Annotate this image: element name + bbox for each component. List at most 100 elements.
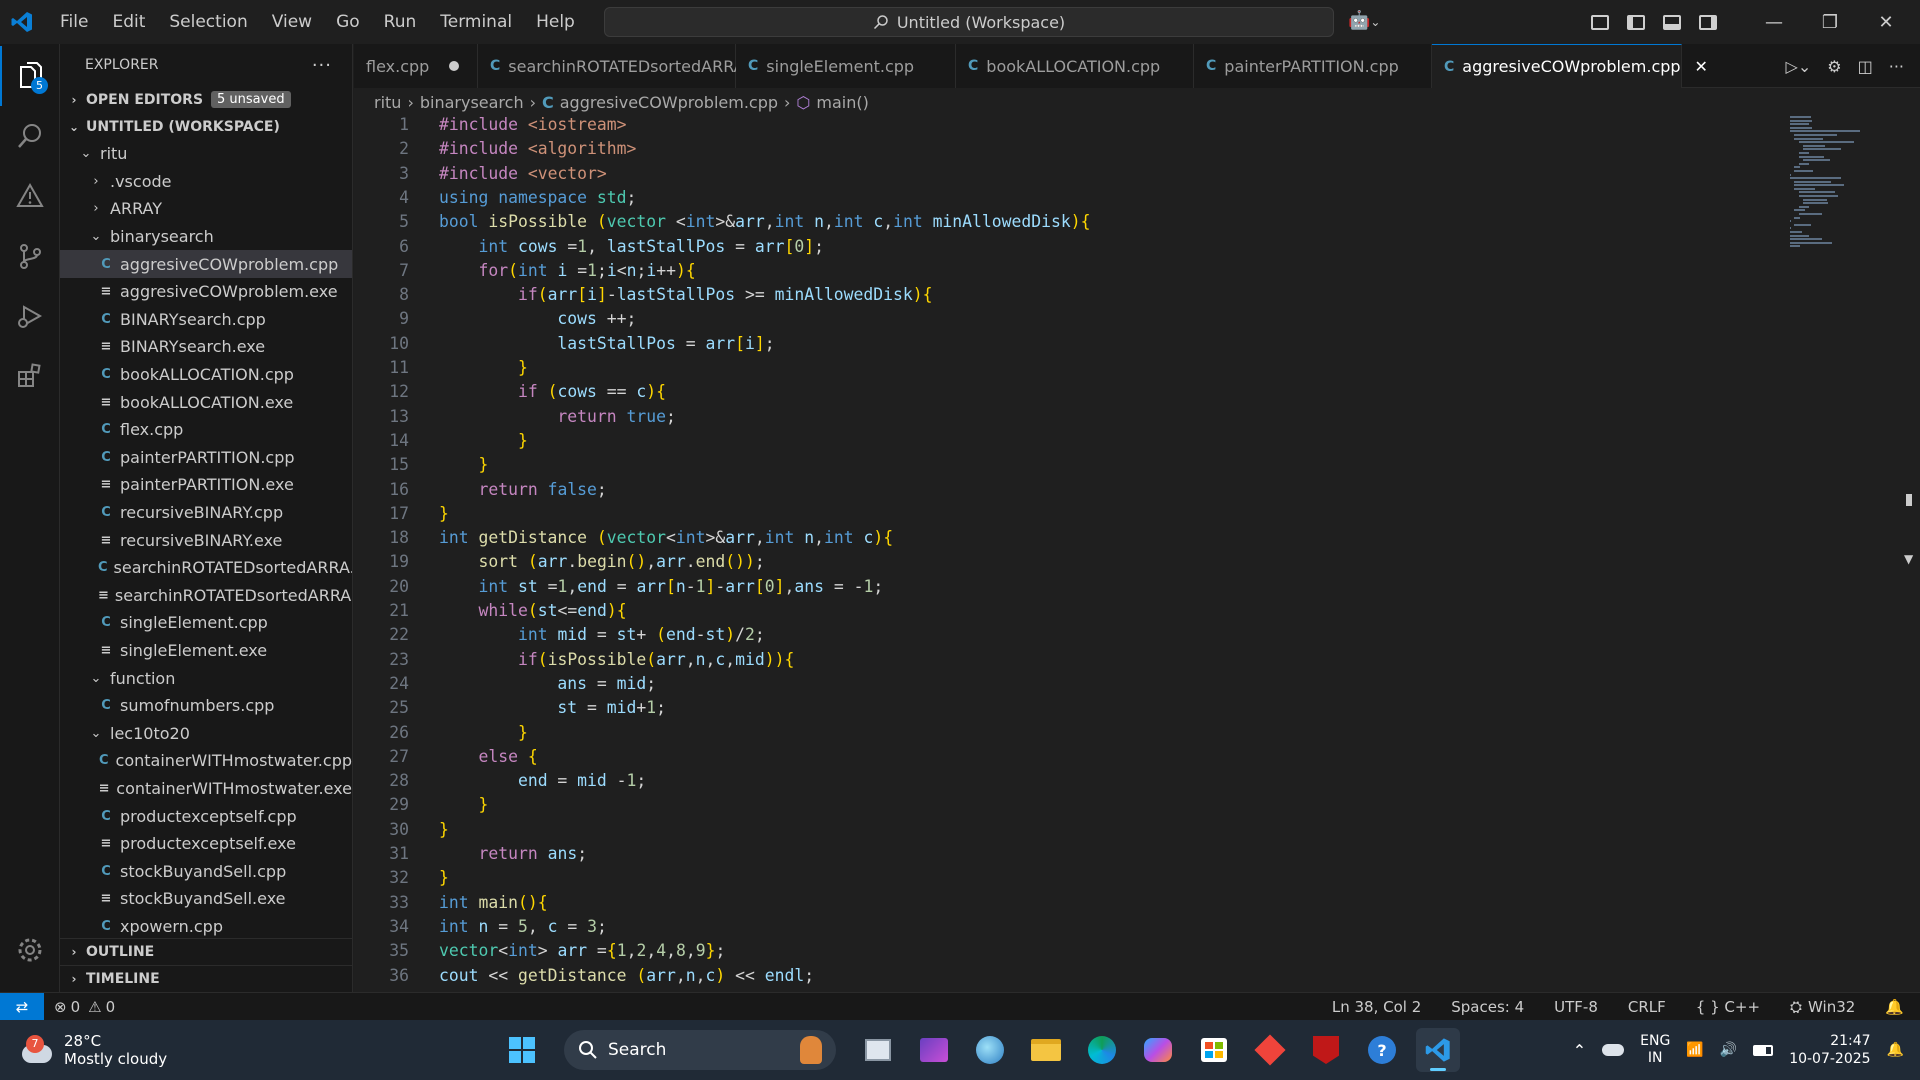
- code-line[interactable]: 3 #include <vector>: [354, 162, 1754, 186]
- code-line[interactable]: 30}: [354, 818, 1754, 842]
- run-debug-icon[interactable]: [0, 286, 60, 346]
- code-line[interactable]: 1 #include <iostream>: [354, 116, 1754, 137]
- help-app-icon[interactable]: ?: [1360, 1028, 1404, 1072]
- tree-file[interactable]: ≡ BINARYsearch.exe: [60, 333, 352, 361]
- indentation[interactable]: Spaces: 4: [1451, 998, 1524, 1016]
- tree-folder[interactable]: › ARRAY: [60, 195, 352, 223]
- editor-tab[interactable]: flex.cpp: [354, 44, 478, 88]
- breadcrumb-item[interactable]: main(): [816, 93, 868, 112]
- onedrive-cloud-icon[interactable]: [1602, 1044, 1625, 1056]
- code-line[interactable]: 34 int n = 5, c = 3;: [354, 915, 1754, 939]
- taskbar-search[interactable]: Search: [564, 1030, 836, 1070]
- toggle-primary-sidebar-icon[interactable]: [1618, 0, 1654, 44]
- store-app-icon[interactable]: [1192, 1028, 1236, 1072]
- code-line[interactable]: 9 cows ++;: [354, 307, 1754, 331]
- search-view-icon[interactable]: [0, 106, 60, 166]
- menu-item-help[interactable]: Help: [524, 0, 587, 44]
- editor-tab[interactable]: CsearchinROTATEDsortedARRAY.cpp: [478, 44, 784, 88]
- tree-file[interactable]: Cflex.cpp: [60, 416, 352, 444]
- notifications-bell-icon[interactable]: 🔔: [1885, 998, 1904, 1016]
- code-line[interactable]: 11 }: [354, 356, 1754, 380]
- code-line[interactable]: 17}: [354, 502, 1754, 526]
- wifi-icon[interactable]: 📶: [1686, 1042, 1703, 1058]
- code-line[interactable]: 18 int getDistance (vector<int>&arr,int n…: [354, 526, 1754, 550]
- menu-item-view[interactable]: View: [260, 0, 324, 44]
- minimize-icon[interactable]: —: [1746, 0, 1802, 44]
- tree-file[interactable]: ≡ painterPARTITION.exe: [60, 471, 352, 499]
- close-window-icon[interactable]: ✕: [1858, 0, 1914, 44]
- tree-file[interactable]: CaggresiveCOWproblem.cpp: [60, 250, 352, 278]
- code-line[interactable]: 33 int main(){: [354, 891, 1754, 915]
- problems-warning-icon[interactable]: [0, 166, 60, 226]
- tree-file[interactable]: ≡ aggresiveCOWproblem.exe: [60, 278, 352, 306]
- anydesk-app-icon[interactable]: [1248, 1028, 1292, 1072]
- problems-status[interactable]: ⊗ 0 ⚠ 0: [54, 998, 115, 1016]
- code-line[interactable]: 16 return false;: [354, 478, 1754, 502]
- unsaved-dot-icon[interactable]: [449, 61, 460, 71]
- menu-item-file[interactable]: File: [48, 0, 100, 44]
- code-line[interactable]: 5 bool isPossible (vector <int>&arr,int n…: [354, 210, 1754, 234]
- code-line[interactable]: 27 else {: [354, 745, 1754, 769]
- tree-file[interactable]: CcontainerWITHmostwater.cpp: [60, 747, 352, 775]
- code-line[interactable]: 6 int cows =1, lastStallPos = arr[0];: [354, 235, 1754, 259]
- tree-folder[interactable]: › .vscode: [60, 168, 352, 196]
- windows-start-icon[interactable]: [500, 1028, 544, 1072]
- editor-tab[interactable]: CsingleElement.cpp: [736, 44, 956, 88]
- command-center[interactable]: Untitled (Workspace): [604, 7, 1334, 37]
- code-line[interactable]: 10 lastStallPos = arr[i];: [354, 332, 1754, 356]
- battery-icon[interactable]: [1753, 1044, 1774, 1056]
- toggle-secondary-sidebar-icon[interactable]: [1690, 0, 1726, 44]
- tree-folder[interactable]: ⌄ ritu: [60, 140, 352, 168]
- language-mode[interactable]: { } C++: [1696, 998, 1760, 1016]
- code-line[interactable]: 29 }: [354, 793, 1754, 817]
- platform-config[interactable]: ⛭ Win32: [1790, 998, 1855, 1016]
- code-line[interactable]: 7 for(int i =1;i<n;i++){: [354, 259, 1754, 283]
- code-line[interactable]: 12 if (cows == c){: [354, 380, 1754, 404]
- tree-file[interactable]: ≡ stockBuyandSell.exe: [60, 885, 352, 913]
- tree-file[interactable]: CrecursiveBINARY.cpp: [60, 499, 352, 527]
- extensions-icon[interactable]: [0, 346, 60, 406]
- tree-file[interactable]: Csumofnumbers.cpp: [60, 692, 352, 720]
- encoding[interactable]: UTF-8: [1554, 998, 1598, 1016]
- weather-widget[interactable]: 7 28°C Mostly cloudy: [20, 1032, 167, 1068]
- menu-item-run[interactable]: Run: [372, 0, 429, 44]
- customize-layout-icon[interactable]: [1582, 0, 1618, 44]
- task-view-icon[interactable]: [856, 1028, 900, 1072]
- tree-file[interactable]: Cproductexceptself.cpp: [60, 802, 352, 830]
- editor-tab[interactable]: CaggresiveCOWproblem.cpp ✕: [1432, 44, 1708, 88]
- code-line[interactable]: 21 while(st<=end){: [354, 599, 1754, 623]
- code-line[interactable]: 22 int mid = st+ (end-st)/2;: [354, 623, 1754, 647]
- volume-icon[interactable]: 🔊: [1720, 1042, 1737, 1058]
- tree-file[interactable]: CpainterPARTITION.cpp: [60, 444, 352, 472]
- cursor-position[interactable]: Ln 38, Col 2: [1332, 998, 1421, 1016]
- settings-icon[interactable]: ⚙: [1827, 57, 1841, 76]
- tree-file[interactable]: ≡ recursiveBINARY.exe: [60, 526, 352, 554]
- restore-icon[interactable]: ❐: [1802, 0, 1858, 44]
- edge-browser-icon[interactable]: [1080, 1028, 1124, 1072]
- close-tab-icon[interactable]: ✕: [1695, 57, 1708, 76]
- minimap[interactable]: [1790, 116, 1860, 248]
- tree-folder[interactable]: ⌄ binarysearch: [60, 223, 352, 251]
- tree-file[interactable]: CsingleElement.cpp: [60, 609, 352, 637]
- code-line[interactable]: 26 }: [354, 721, 1754, 745]
- copilot-app-icon[interactable]: [1136, 1028, 1180, 1072]
- widgets-app-icon[interactable]: [912, 1028, 956, 1072]
- tree-file[interactable]: CstockBuyandSell.cpp: [60, 857, 352, 885]
- clock[interactable]: 21:47 10-07-2025: [1789, 1032, 1870, 1068]
- breadcrumb-item[interactable]: ritu: [374, 93, 401, 112]
- code-line[interactable]: 13 return true;: [354, 405, 1754, 429]
- tree-folder[interactable]: ⌄ function: [60, 664, 352, 692]
- tree-file[interactable]: ≡ productexceptself.exe: [60, 830, 352, 858]
- workspace-section[interactable]: ⌄ UNTITLED (WORKSPACE): [60, 113, 352, 140]
- tree-file[interactable]: C BINARYsearch.cpp: [60, 306, 352, 334]
- outline-section[interactable]: › OUTLINE: [60, 938, 352, 965]
- split-editor-icon[interactable]: ◫: [1858, 57, 1873, 76]
- scroll-marker[interactable]: [1906, 494, 1912, 506]
- code-line[interactable]: 25 st = mid+1;: [354, 696, 1754, 720]
- vscode-taskbar-icon[interactable]: [1416, 1028, 1460, 1072]
- language-indicator[interactable]: ENG IN: [1640, 1033, 1670, 1067]
- settings-gear-icon[interactable]: [0, 920, 60, 980]
- code-line[interactable]: 35 vector<int> arr ={1,2,4,8,9};: [354, 939, 1754, 963]
- code-line[interactable]: 14 }: [354, 429, 1754, 453]
- tree-file[interactable]: CsearchinROTATEDsortedARRA...: [60, 554, 352, 582]
